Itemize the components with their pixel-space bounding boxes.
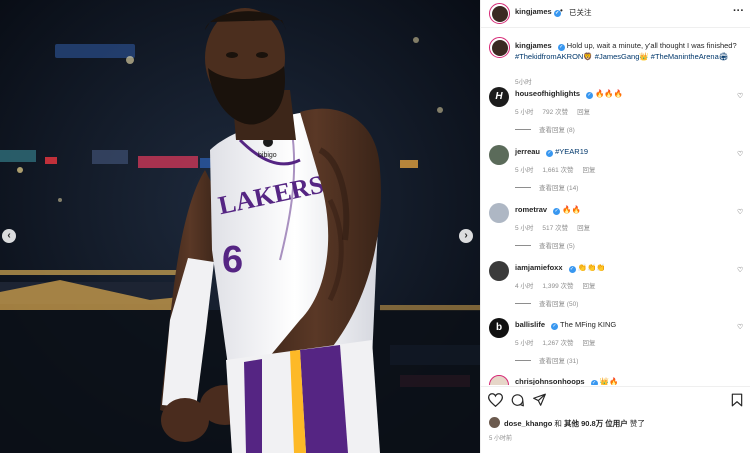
- comment-time: 5 小时: [515, 167, 534, 174]
- author-avatar[interactable]: [489, 3, 510, 24]
- commenter-username[interactable]: ballislife: [515, 320, 545, 329]
- following-button[interactable]: 已关注: [569, 7, 592, 18]
- verified-badge-icon: ✓: [557, 44, 565, 51]
- comment-text[interactable]: #YEAR19: [555, 147, 588, 156]
- view-replies-label: 查看回复 (14): [539, 185, 579, 192]
- send-icon[interactable]: [532, 393, 547, 407]
- previous-photo-button[interactable]: ‹: [2, 229, 16, 243]
- comment-text: 👑🔥: [599, 377, 619, 385]
- author-username-text: kingjames: [515, 7, 552, 16]
- heart-icon[interactable]: [488, 393, 503, 407]
- comment-likes[interactable]: 1,267 次赞: [542, 340, 573, 347]
- jersey-number: 6: [222, 239, 243, 281]
- like-comment-icon[interactable]: ♡: [737, 266, 743, 274]
- reply-button[interactable]: 回复: [583, 167, 596, 174]
- verified-badge-icon: ✓: [586, 92, 593, 99]
- comment-text: 👏👏👏: [577, 263, 606, 272]
- post-side-panel: kingjames ✓ • 已关注 ··· kingjames ✓ Hold up,…: [480, 0, 750, 453]
- view-replies-label: 查看回复 (8): [539, 127, 575, 134]
- verified-badge-icon: ✓: [553, 208, 561, 215]
- caption-time: 5小时: [515, 79, 532, 86]
- caption-avatar[interactable]: [489, 37, 510, 58]
- commenter-username[interactable]: houseofhighlights: [515, 89, 580, 98]
- commenter-avatar[interactable]: b: [489, 318, 509, 338]
- caption-text: Hold up, wait a minute, y'all thought I …: [566, 41, 737, 50]
- comment-text: 🔥🔥🔥: [595, 89, 624, 98]
- comment-time: 4 小时: [515, 283, 534, 290]
- view-replies-button[interactable]: 查看回复 (5): [515, 240, 575, 250]
- likes-suffix: 赞了: [627, 419, 645, 428]
- comments-list[interactable]: kingjames ✓ Hold up, wait a minute, y'all…: [481, 29, 750, 385]
- view-replies-label: 查看回复 (31): [539, 358, 579, 365]
- liker-avatar[interactable]: [489, 417, 500, 428]
- commenter-avatar[interactable]: H: [489, 87, 509, 107]
- verified-badge-icon: ✓: [546, 150, 554, 157]
- liker-username[interactable]: dose_khango: [504, 419, 552, 428]
- commenter-username[interactable]: jerreau: [515, 147, 540, 156]
- commenter-username[interactable]: chrisjohnsonhoops: [515, 377, 585, 385]
- commenter-avatar[interactable]: [489, 203, 509, 223]
- verified-badge-icon: ✓: [551, 323, 559, 330]
- likes-conjunction: 和: [552, 419, 565, 428]
- view-replies-label: 查看回复 (50): [539, 301, 579, 308]
- reply-button[interactable]: 回复: [583, 340, 596, 347]
- comment-likes[interactable]: 517 次赞: [542, 225, 568, 232]
- comment-likes[interactable]: 792 次赞: [542, 109, 568, 116]
- caption-username[interactable]: kingjames: [515, 41, 552, 50]
- commenter-username[interactable]: iamjamiefoxx: [515, 263, 563, 272]
- view-replies-button[interactable]: 查看回复 (14): [515, 182, 578, 192]
- verified-badge-icon: ✓: [568, 266, 576, 273]
- comment-likes[interactable]: 1,399 次赞: [542, 283, 573, 290]
- comment-time: 5 小时: [515, 340, 534, 347]
- comment-text: The MFing KING: [559, 320, 617, 329]
- like-comment-icon[interactable]: ♡: [737, 92, 743, 100]
- player-photo: LAKERS 6 bibigo: [0, 0, 480, 453]
- comment-icon[interactable]: [510, 393, 525, 407]
- reply-button[interactable]: 回复: [577, 225, 590, 232]
- verified-badge-icon: ✓: [590, 380, 598, 385]
- comment-text: 🔥🔥: [562, 205, 581, 214]
- caption-hashtags[interactable]: #ThekidfromAKRON🦁 #JamesGang👑 #TheManint…: [515, 52, 728, 61]
- post-timestamp: 5 小时前: [489, 436, 513, 442]
- likes-count[interactable]: 其他 90.8万 位用户: [564, 419, 628, 428]
- view-replies-label: 查看回复 (5): [539, 243, 575, 250]
- jersey-patch: bibigo: [258, 152, 277, 159]
- like-comment-icon[interactable]: ♡: [737, 150, 743, 158]
- bookmark-icon[interactable]: [731, 393, 743, 407]
- more-options-icon[interactable]: ···: [733, 5, 744, 17]
- commenter-avatar[interactable]: [489, 375, 509, 385]
- reply-button[interactable]: 回复: [577, 109, 590, 116]
- comment-time: 5 小时: [515, 109, 534, 116]
- view-replies-button[interactable]: 查看回复 (8): [515, 124, 575, 134]
- comment-time: 5 小时: [515, 225, 534, 232]
- commenter-username[interactable]: rometrav: [515, 205, 547, 214]
- comment-likes[interactable]: 1,661 次赞: [542, 167, 573, 174]
- view-replies-button[interactable]: 查看回复 (50): [515, 298, 578, 308]
- like-comment-icon[interactable]: ♡: [737, 323, 743, 331]
- next-photo-button[interactable]: ›: [459, 229, 473, 243]
- like-comment-icon[interactable]: ♡: [737, 208, 743, 216]
- reply-button[interactable]: 回复: [583, 283, 596, 290]
- post-actions: dose_khango 和 其他 90.8万 位用户 赞了 5 小时前: [481, 386, 750, 453]
- commenter-avatar[interactable]: [489, 261, 509, 281]
- likes-summary[interactable]: dose_khango 和 其他 90.8万 位用户 赞了: [504, 418, 645, 429]
- view-replies-button[interactable]: 查看回复 (31): [515, 355, 578, 365]
- commenter-avatar[interactable]: [489, 145, 509, 165]
- post-photo[interactable]: LAKERS 6 bibigo ‹ ›: [0, 0, 480, 453]
- separator-dot: •: [560, 6, 563, 15]
- author-username[interactable]: kingjames ✓: [515, 7, 561, 17]
- post-header: kingjames ✓ • 已关注 ···: [481, 0, 750, 28]
